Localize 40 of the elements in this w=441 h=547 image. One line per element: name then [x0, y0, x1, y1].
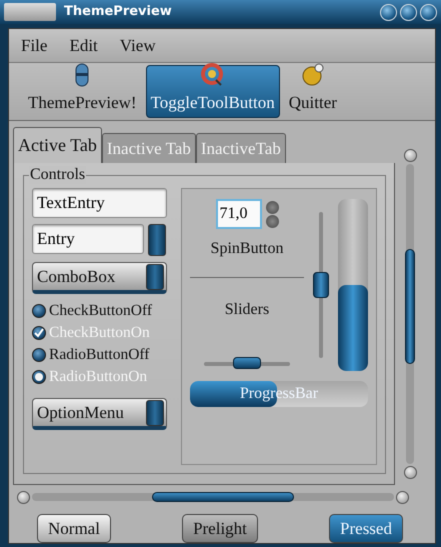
- entry-field[interactable]: Entry: [32, 224, 144, 254]
- state-button[interactable]: Pressed: [329, 514, 403, 543]
- radio-indicator[interactable]: [32, 348, 46, 362]
- text-entry-field[interactable]: TextEntry: [32, 188, 167, 218]
- checkbox[interactable]: [32, 304, 46, 318]
- swirl-icon: [200, 62, 225, 86]
- check-button[interactable]: CheckButtonOff: [32, 300, 167, 322]
- minimize-icon[interactable]: [380, 4, 397, 20]
- scroll-up-button[interactable]: [404, 149, 416, 162]
- capsule-icon: [75, 62, 90, 86]
- slider-thumb[interactable]: [233, 357, 261, 369]
- state-button[interactable]: Normal: [37, 514, 111, 543]
- state-button[interactable]: Prelight: [182, 514, 258, 543]
- menu-item[interactable]: File: [21, 32, 48, 58]
- slider-thumb[interactable]: [313, 272, 329, 298]
- spin-up-button[interactable]: [266, 200, 278, 214]
- spin-label: SpinButton: [210, 240, 284, 257]
- scrollbar-thumb[interactable]: [405, 249, 415, 364]
- tool-button[interactable]: ToggleToolButton: [146, 65, 280, 118]
- radio-indicator[interactable]: [32, 370, 46, 384]
- scroll-right-button[interactable]: [396, 490, 409, 504]
- scroll-left-button[interactable]: [17, 490, 30, 504]
- window-title: ThemePreview: [64, 3, 172, 22]
- spin-field[interactable]: 71,0: [216, 199, 262, 229]
- tool-button[interactable]: Quitter: [284, 65, 342, 118]
- checkbox[interactable]: [32, 326, 46, 340]
- close-icon[interactable]: [420, 4, 437, 20]
- option-menu[interactable]: OptionMenu: [32, 398, 167, 430]
- tool-button[interactable]: ThemePreview!: [23, 65, 142, 118]
- scrollbar-thumb[interactable]: [152, 492, 294, 502]
- radio-button[interactable]: RadioButtonOff: [32, 344, 167, 366]
- sliders-label: Sliders: [224, 301, 270, 318]
- sphere-icon: [300, 62, 325, 86]
- spin-down-button[interactable]: [266, 214, 278, 228]
- tab[interactable]: Active Tab: [13, 127, 102, 163]
- scroll-down-button[interactable]: [404, 466, 416, 479]
- combo-box[interactable]: ComboBox: [32, 262, 167, 294]
- menu-item[interactable]: Edit: [69, 32, 98, 58]
- maximize-icon[interactable]: [400, 4, 417, 20]
- menu-item[interactable]: View: [120, 32, 156, 58]
